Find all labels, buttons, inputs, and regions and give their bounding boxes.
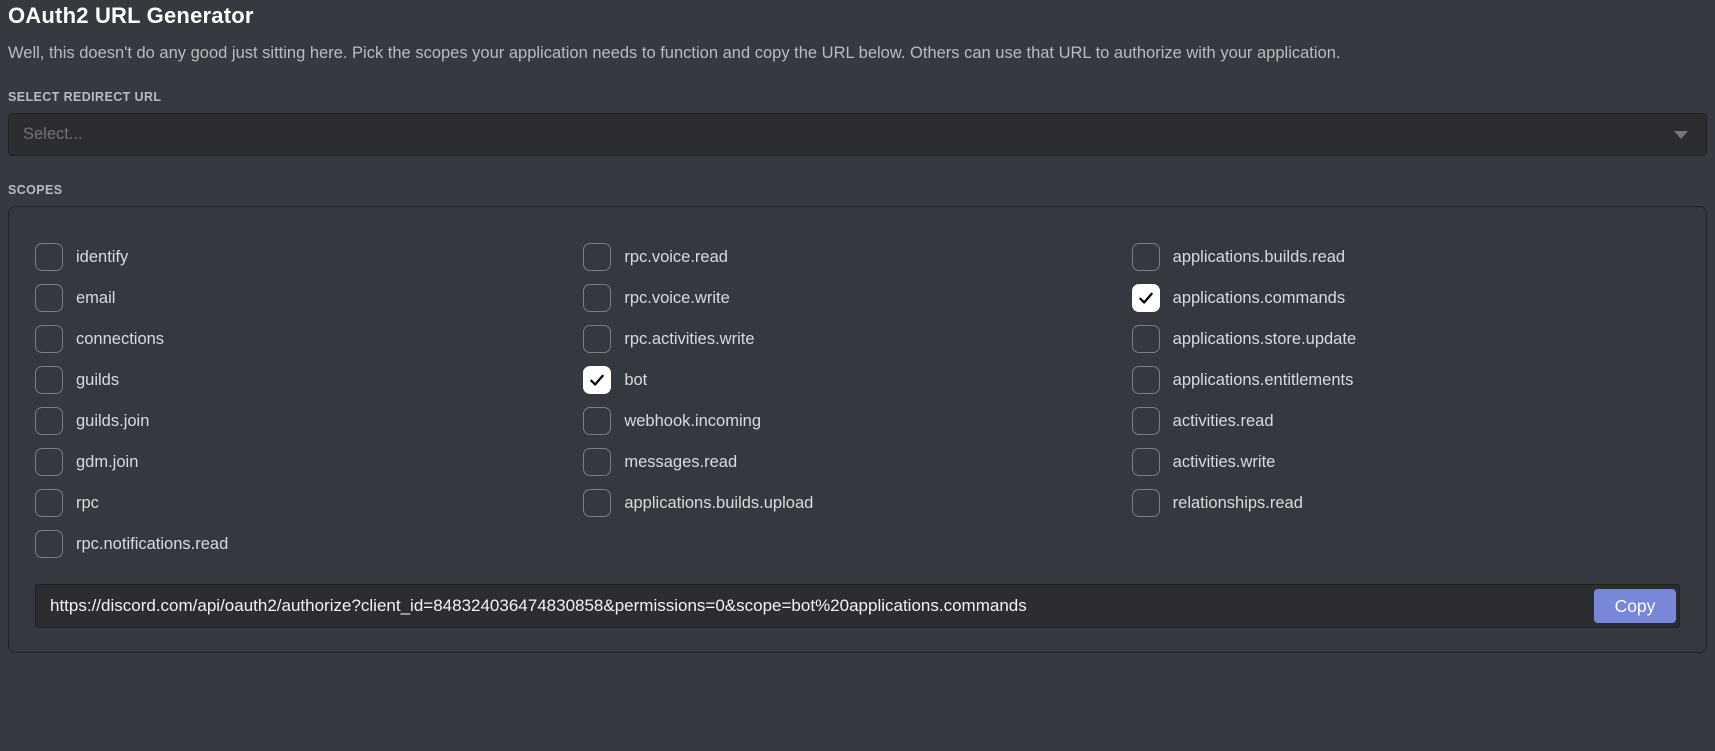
scope-checkbox-row[interactable]: activities.write (1132, 448, 1680, 476)
checkbox-unchecked[interactable] (1132, 407, 1160, 435)
scopes-column: identify email connections guilds guilds.joi… (35, 243, 583, 558)
scope-checkbox-row[interactable]: relationships.read (1132, 489, 1680, 517)
scope-label: rpc.notifications.read (76, 535, 228, 554)
redirect-url-label: SELECT REDIRECT URL (8, 90, 1707, 104)
checkbox-checked[interactable] (1132, 284, 1160, 312)
checkbox-unchecked[interactable] (1132, 325, 1160, 353)
scope-label: bot (624, 371, 647, 390)
checkbox-unchecked[interactable] (35, 366, 63, 394)
scope-label: rpc.voice.read (624, 248, 728, 267)
checkbox-unchecked[interactable] (35, 284, 63, 312)
checkbox-unchecked[interactable] (35, 243, 63, 271)
scope-label: relationships.read (1173, 494, 1303, 513)
redirect-url-select-placeholder: Select... (23, 125, 83, 144)
checkbox-checked[interactable] (583, 366, 611, 394)
checkbox-unchecked[interactable] (583, 243, 611, 271)
page-title: OAuth2 URL Generator (8, 3, 1707, 29)
scope-label: connections (76, 330, 164, 349)
scope-checkbox-row[interactable]: webhook.incoming (583, 407, 1131, 435)
scope-checkbox-row[interactable]: rpc.voice.read (583, 243, 1131, 271)
checkbox-unchecked[interactable] (1132, 243, 1160, 271)
checkbox-unchecked[interactable] (35, 489, 63, 517)
scope-checkbox-row[interactable]: connections (35, 325, 583, 353)
scope-checkbox-row[interactable]: messages.read (583, 448, 1131, 476)
scope-checkbox-row[interactable]: guilds (35, 366, 583, 394)
scope-checkbox-row[interactable]: rpc (35, 489, 583, 517)
scope-label: guilds (76, 371, 119, 390)
scope-label: rpc.activities.write (624, 330, 754, 349)
scope-label: identify (76, 248, 128, 267)
page-description: Well, this doesn't do any good just sitt… (8, 44, 1707, 63)
scope-label: applications.builds.upload (624, 494, 813, 513)
scope-label: gdm.join (76, 453, 138, 472)
chevron-down-icon (1674, 131, 1688, 139)
checkbox-unchecked[interactable] (583, 407, 611, 435)
scope-checkbox-row[interactable]: rpc.voice.write (583, 284, 1131, 312)
scopes-grid: identify email connections guilds guilds.joi… (35, 243, 1680, 558)
scopes-label: SCOPES (8, 183, 1707, 197)
scope-checkbox-row[interactable]: activities.read (1132, 407, 1680, 435)
checkbox-unchecked[interactable] (35, 448, 63, 476)
scope-checkbox-row[interactable]: guilds.join (35, 407, 583, 435)
scope-label: applications.store.update (1173, 330, 1356, 349)
scope-label: activities.write (1173, 453, 1276, 472)
scope-checkbox-row[interactable]: applications.entitlements (1132, 366, 1680, 394)
scope-label: messages.read (624, 453, 737, 472)
oauth-url-input[interactable] (35, 584, 1680, 628)
checkbox-unchecked[interactable] (583, 325, 611, 353)
scope-checkbox-row[interactable]: applications.builds.read (1132, 243, 1680, 271)
checkbox-unchecked[interactable] (583, 284, 611, 312)
scope-checkbox-row[interactable]: rpc.activities.write (583, 325, 1131, 353)
scope-label: activities.read (1173, 412, 1274, 431)
scope-label: applications.builds.read (1173, 248, 1345, 267)
check-icon (588, 371, 606, 389)
scope-checkbox-row[interactable]: identify (35, 243, 583, 271)
scope-label: email (76, 289, 115, 308)
scope-label: applications.entitlements (1173, 371, 1354, 390)
scope-label: webhook.incoming (624, 412, 761, 431)
checkbox-unchecked[interactable] (1132, 489, 1160, 517)
scopes-column: applications.builds.read applications.com… (1132, 243, 1680, 517)
generated-url-row: Copy (35, 584, 1680, 628)
scope-checkbox-row[interactable]: applications.commands (1132, 284, 1680, 312)
check-icon (1137, 289, 1155, 307)
scope-label: applications.commands (1173, 289, 1345, 308)
scope-checkbox-row[interactable]: email (35, 284, 583, 312)
checkbox-unchecked[interactable] (1132, 366, 1160, 394)
scope-checkbox-row[interactable]: applications.builds.upload (583, 489, 1131, 517)
checkbox-unchecked[interactable] (35, 530, 63, 558)
scopes-box: identify email connections guilds guilds.joi… (8, 206, 1707, 653)
scope-label: rpc.voice.write (624, 289, 729, 308)
scope-checkbox-row[interactable]: rpc.notifications.read (35, 530, 583, 558)
scope-checkbox-row[interactable]: bot (583, 366, 1131, 394)
oauth2-url-generator-page: OAuth2 URL Generator Well, this doesn't … (0, 3, 1715, 653)
scope-label: rpc (76, 494, 99, 513)
scopes-column: rpc.voice.read rpc.voice.write rpc.activit… (583, 243, 1131, 517)
checkbox-unchecked[interactable] (35, 407, 63, 435)
checkbox-unchecked[interactable] (583, 448, 611, 476)
redirect-url-select[interactable]: Select... (8, 113, 1707, 156)
checkbox-unchecked[interactable] (583, 489, 611, 517)
scope-label: guilds.join (76, 412, 149, 431)
copy-button[interactable]: Copy (1594, 589, 1676, 623)
scope-checkbox-row[interactable]: applications.store.update (1132, 325, 1680, 353)
checkbox-unchecked[interactable] (1132, 448, 1160, 476)
checkbox-unchecked[interactable] (35, 325, 63, 353)
scope-checkbox-row[interactable]: gdm.join (35, 448, 583, 476)
